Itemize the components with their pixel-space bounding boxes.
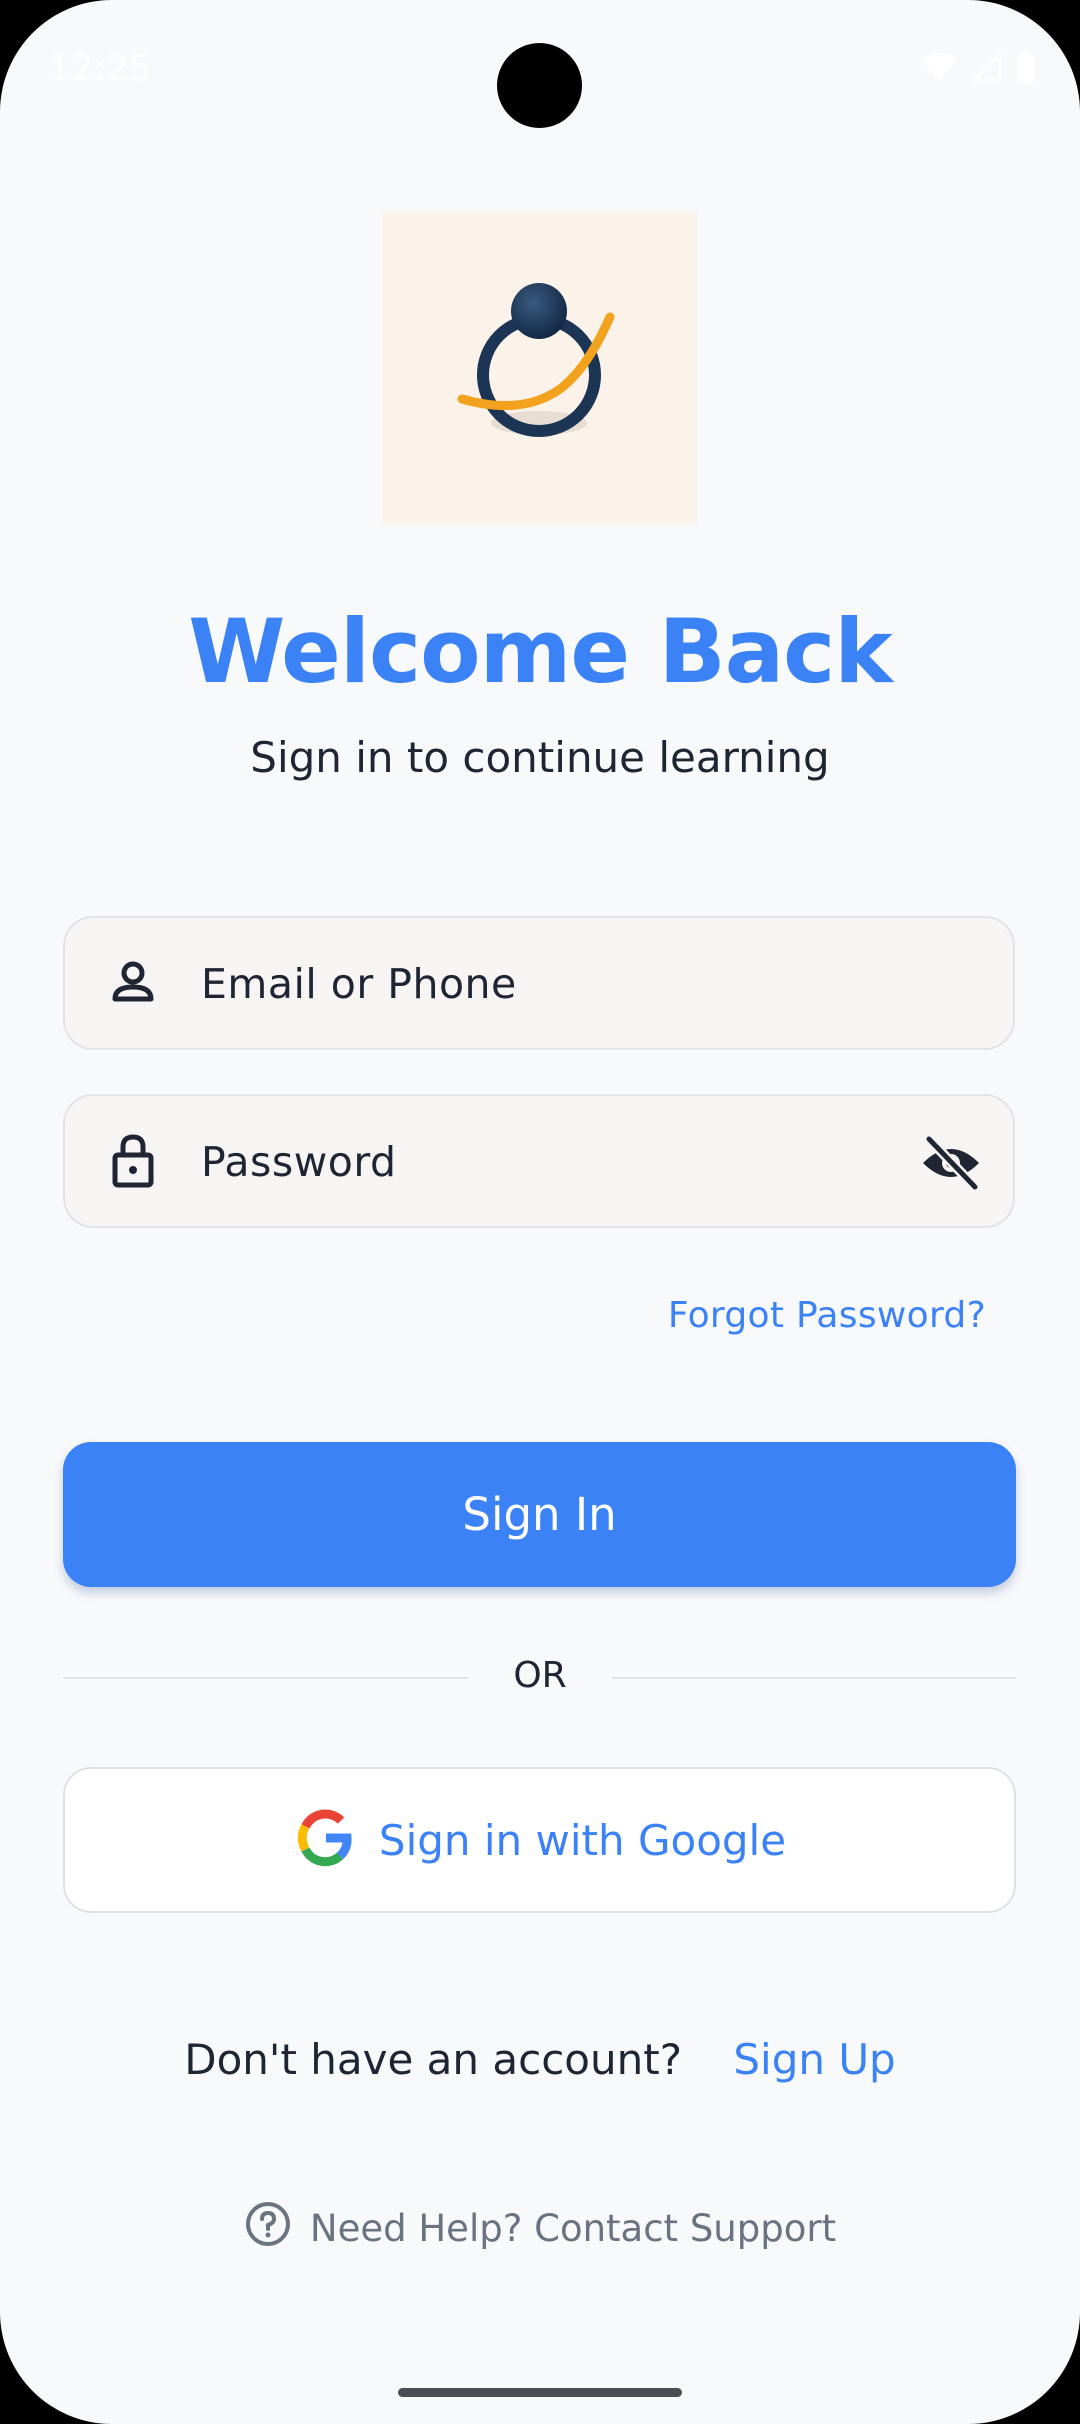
sign-up-link[interactable]: Sign Up <box>733 2035 895 2084</box>
lock-icon <box>101 1129 165 1193</box>
or-divider-label: OR <box>513 1655 567 1696</box>
help-icon <box>244 2200 292 2257</box>
password-field[interactable]: Password <box>63 1094 1015 1228</box>
app-logo <box>382 211 697 525</box>
login-screen: 12:25 Welcome Back Sign in to continue l… <box>0 0 1080 2424</box>
status-time: 12:25 <box>48 48 152 89</box>
status-icons <box>920 50 1036 88</box>
signup-prompt-row: Don't have an account? Sign Up <box>0 2035 1080 2084</box>
battery-icon <box>1016 50 1036 88</box>
signup-prompt: Don't have an account? <box>184 2035 682 2084</box>
help-link[interactable]: Need Help? Contact Support <box>0 2200 1080 2257</box>
cellular-icon <box>970 50 1002 86</box>
camera-cutout <box>497 43 582 128</box>
home-indicator[interactable] <box>398 2388 682 2397</box>
page-title: Welcome Back <box>188 600 893 703</box>
password-placeholder: Password <box>201 1138 397 1186</box>
google-sign-in-label: Sign in with Google <box>378 1815 787 1865</box>
email-placeholder: Email or Phone <box>201 960 517 1008</box>
email-field[interactable]: Email or Phone <box>63 916 1015 1050</box>
wifi-icon <box>920 52 958 86</box>
person-icon <box>101 951 165 1015</box>
visibility-off-icon[interactable] <box>919 1131 983 1195</box>
help-label: Need Help? Contact Support <box>309 2207 837 2250</box>
divider-line-right <box>612 1677 1016 1679</box>
google-icon <box>293 1806 357 1874</box>
page-subtitle: Sign in to continue learning <box>250 733 830 782</box>
forgot-password-link[interactable]: Forgot Password? <box>668 1295 986 1336</box>
sign-in-button[interactable]: Sign In <box>63 1442 1016 1587</box>
google-sign-in-button[interactable]: Sign in with Google <box>63 1767 1016 1913</box>
